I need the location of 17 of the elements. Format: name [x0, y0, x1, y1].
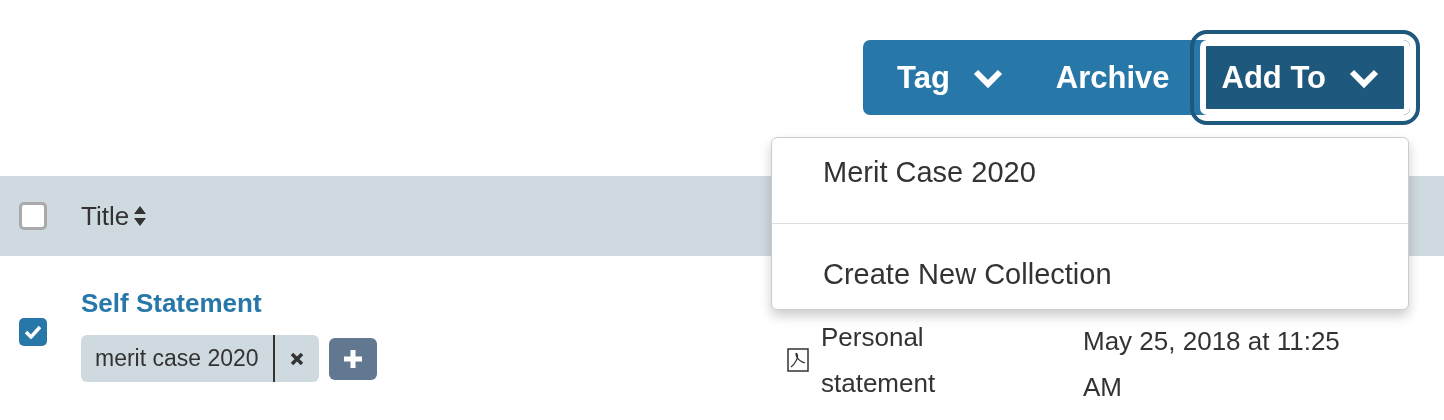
- select-all-checkbox[interactable]: [19, 202, 47, 230]
- tag-label: merit case 2020: [94, 345, 260, 372]
- document-type: Personal statement: [821, 321, 937, 400]
- pdf-file-icon: [787, 348, 809, 372]
- dropdown-button[interactable]: Tag: [863, 40, 1034, 115]
- checkmark-icon: [24, 325, 42, 339]
- date-text: May 25, 2018 at 11:25 AM: [1083, 325, 1341, 404]
- action-button[interactable]: Archive: [1033, 40, 1200, 115]
- menu-item[interactable]: Merit Case 2020: [772, 146, 1408, 199]
- row-checkbox[interactable]: [19, 318, 47, 346]
- title-link[interactable]: Self Statement: [81, 288, 262, 318]
- column-header[interactable]: Title: [81, 200, 130, 232]
- plus-icon: [341, 348, 364, 370]
- add-tag-button[interactable]: [328, 338, 377, 380]
- close-icon: [288, 350, 305, 367]
- sort-icon[interactable]: [133, 205, 148, 227]
- menu-item[interactable]: Create New Collection: [772, 248, 1408, 301]
